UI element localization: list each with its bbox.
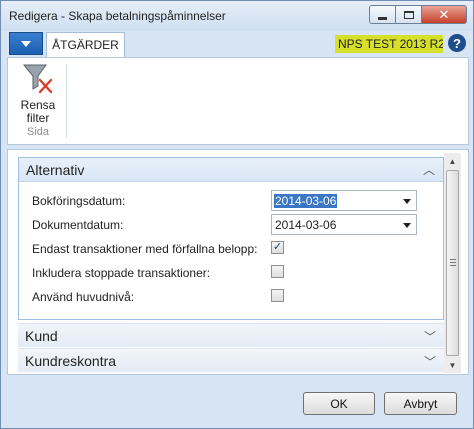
title-bar[interactable]: Redigera - Skapa betalningspåminnelser ✕: [1, 1, 473, 31]
fasttab-kundreskontra-title: Kundreskontra: [25, 353, 117, 369]
scrollbar-thumb[interactable]: [446, 170, 459, 356]
application-menu-button[interactable]: [9, 32, 43, 55]
fasttab-alternativ-body: Bokföringsdatum: 2014-03-06 Dokumentdatu…: [19, 182, 443, 310]
bokforingsdatum-label: Bokföringsdatum:: [32, 194, 126, 208]
dropdown-arrow-icon[interactable]: [403, 199, 411, 204]
anvand-huvudniva-checkbox[interactable]: [271, 289, 284, 302]
tab-atgarder[interactable]: ÅTGÄRDER: [46, 32, 125, 57]
field-row-anvand-huvudniva: Använd huvudnivå:: [19, 286, 443, 310]
dokumentdatum-label: Dokumentdatum:: [32, 218, 124, 232]
fasttab-alternativ-header[interactable]: Alternativ ︿: [19, 158, 443, 182]
chevron-down-icon[interactable]: ﹀: [424, 328, 436, 345]
window-controls: ✕: [369, 5, 467, 25]
field-row-bokforingsdatum: Bokföringsdatum: 2014-03-06: [19, 190, 443, 214]
field-row-dokumentdatum: Dokumentdatum: 2014-03-06: [19, 214, 443, 238]
fasttab-kund-header[interactable]: Kund ﹀: [18, 324, 444, 348]
chevron-down-icon: [21, 40, 31, 47]
maximize-button[interactable]: [395, 5, 421, 24]
ribbon-tab-bar: ÅTGÄRDER NPS TEST 2013 R2... ?: [1, 31, 473, 57]
grip-icon: [450, 259, 456, 266]
endast-forfallna-label: Endast transaktioner med förfallna belop…: [32, 242, 258, 256]
inkludera-stoppade-label: Inkludera stoppade transaktioner:: [32, 266, 211, 280]
cancel-button[interactable]: Avbryt: [384, 392, 457, 415]
field-row-endast-forfallna: Endast transaktioner med förfallna belop…: [19, 238, 443, 262]
minimize-button[interactable]: [369, 5, 395, 24]
field-row-inkludera-stoppade: Inkludera stoppade transaktioner:: [19, 262, 443, 286]
bokforingsdatum-value: 2014-03-06: [274, 194, 338, 208]
anvand-huvudniva-label: Använd huvudnivå:: [32, 290, 135, 304]
fasttab-alternativ: Alternativ ︿ Bokföringsdatum: 2014-03-06…: [18, 157, 444, 320]
dialog-window: Redigera - Skapa betalningspåminnelser ✕…: [0, 0, 474, 429]
clear-filter-button[interactable]: Rensa filter: [16, 62, 60, 125]
maximize-icon: [403, 10, 414, 19]
close-icon: ✕: [438, 7, 450, 22]
checkmark-icon: ✓: [272, 241, 283, 253]
scroll-down-icon[interactable]: ▼: [444, 357, 461, 373]
ribbon: Rensa filter Sida: [7, 57, 469, 145]
company-name-badge: NPS TEST 2013 R2...: [335, 35, 443, 53]
scroll-up-icon[interactable]: ▲: [444, 153, 461, 169]
endast-forfallna-checkbox[interactable]: ✓: [271, 241, 284, 254]
chevron-up-icon[interactable]: ︿: [423, 161, 435, 178]
fasttab-kundreskontra[interactable]: Kundreskontra ﹀: [18, 348, 444, 372]
window-title: Redigera - Skapa betalningspåminnelser: [9, 9, 226, 23]
fasttab-kund-title: Kund: [25, 328, 58, 344]
ribbon-group-label: Sida: [26, 126, 50, 138]
help-icon[interactable]: ?: [448, 34, 466, 52]
bokforingsdatum-field[interactable]: 2014-03-06: [271, 190, 417, 211]
fasttab-alternativ-title: Alternativ: [26, 161, 85, 178]
vertical-scrollbar[interactable]: ▲ ▼: [444, 153, 461, 373]
dropdown-arrow-icon[interactable]: [403, 223, 411, 228]
content-area: Alternativ ︿ Bokföringsdatum: 2014-03-06…: [7, 149, 469, 375]
ok-button[interactable]: OK: [303, 392, 375, 415]
inkludera-stoppade-checkbox[interactable]: [271, 265, 284, 278]
close-button[interactable]: ✕: [421, 5, 467, 24]
ribbon-group-divider: [66, 64, 67, 138]
dokumentdatum-field[interactable]: 2014-03-06: [271, 214, 417, 235]
chevron-down-icon[interactable]: ﹀: [424, 353, 436, 370]
clear-filter-icon: [22, 64, 53, 94]
minimize-icon: [378, 16, 387, 20]
fasttab-kund[interactable]: Kund ﹀: [18, 323, 444, 347]
fasttab-kundreskontra-header[interactable]: Kundreskontra ﹀: [18, 349, 444, 373]
clear-filter-label-line2: filter: [26, 111, 50, 125]
dokumentdatum-value: 2014-03-06: [275, 218, 337, 232]
